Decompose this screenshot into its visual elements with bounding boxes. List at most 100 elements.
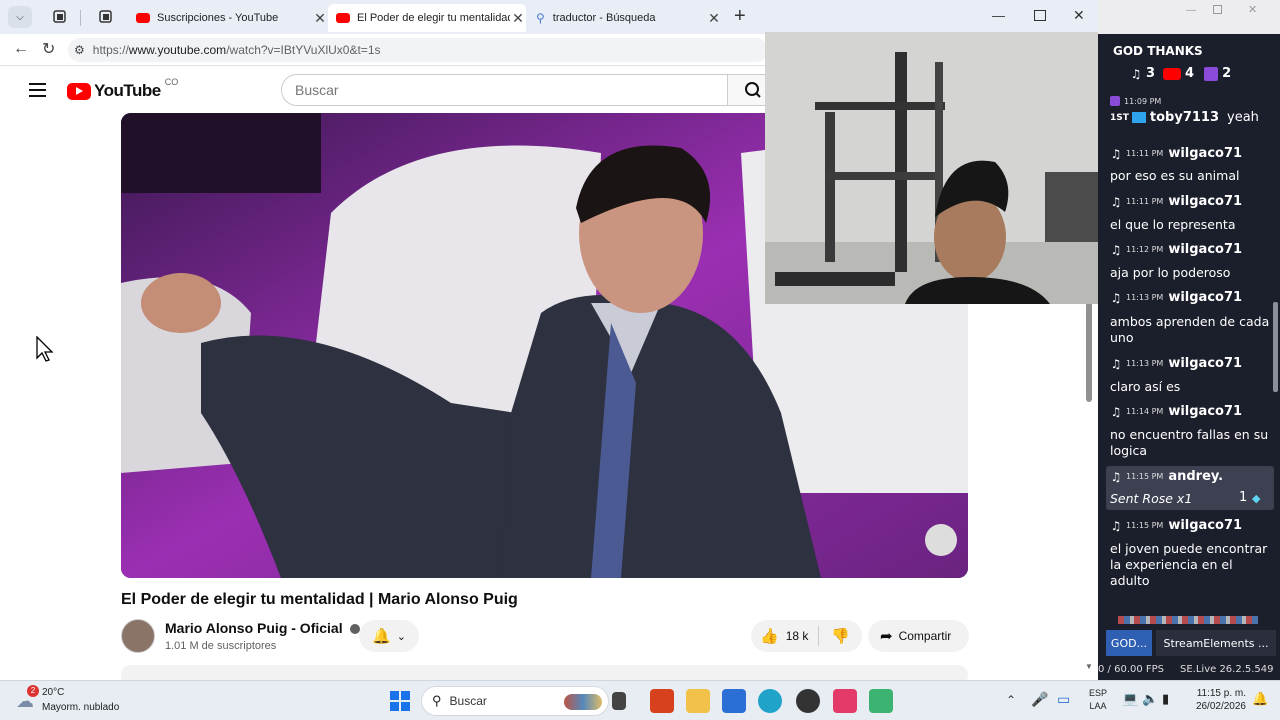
message-time: 11:14 PM xyxy=(1126,407,1164,416)
clock[interactable]: 11:15 p. m. 26/02/2026 xyxy=(1186,687,1246,713)
back-button[interactable]: ← xyxy=(13,40,29,58)
message-user: toby7113 xyxy=(1149,110,1219,125)
chevron-up-icon[interactable]: ⌃ xyxy=(1006,693,1016,707)
youtube-favicon-icon xyxy=(136,13,150,23)
close-icon[interactable]: ✕ xyxy=(706,10,722,27)
maximize-button[interactable] xyxy=(1034,10,1046,21)
scroll-down-icon[interactable]: ▼ xyxy=(1085,662,1093,671)
channel-name[interactable]: Mario Alonso Puig - Oficial xyxy=(165,620,360,636)
twitch-count: 2 xyxy=(1222,66,1232,81)
share-button[interactable]: ➦ Compartir xyxy=(868,620,969,652)
tab-title: Suscripciones - YouTube xyxy=(157,12,279,24)
tab-god[interactable]: GOD... xyxy=(1106,630,1152,656)
address-bar[interactable]: ⚙ https:// www.youtube.com /watch?v=IBtY… xyxy=(68,38,768,62)
youtube-logo[interactable]: YouTube CO xyxy=(67,77,178,101)
minimize-button[interactable]: — xyxy=(992,8,1012,23)
chat-message-head: ♫ 11:13 PM wilgaco71 xyxy=(1110,290,1242,305)
minimize-button[interactable]: — xyxy=(1186,5,1196,16)
maximize-button[interactable] xyxy=(1213,5,1222,14)
tiktok-app-icon[interactable] xyxy=(833,689,857,713)
language-indicator[interactable]: ESP LAA xyxy=(1089,687,1107,713)
description-box[interactable] xyxy=(121,665,968,680)
chat-message-head: ♫ 11:15 PM andrey. xyxy=(1110,469,1224,484)
tiktok-icon: ♫ xyxy=(1110,518,1122,533)
tab-active-video[interactable]: El Poder de elegir tu mentalidad | Ma ✕ xyxy=(328,4,526,32)
chevron-down-icon: ⌵ xyxy=(16,11,24,23)
battery-icon[interactable]: ▮ xyxy=(1162,691,1169,707)
like-count: 18 k xyxy=(785,629,809,643)
weather-temp: 20°C xyxy=(42,687,65,698)
dislike-button[interactable]: 👎 xyxy=(831,627,850,645)
close-window-button[interactable]: ✕ xyxy=(1248,3,1257,16)
message-time: 11:09 PM xyxy=(1124,96,1162,106)
chat-message-text: el joven puede encontrar la experiencia … xyxy=(1110,541,1268,588)
tab-list-button[interactable]: ⌵ xyxy=(8,6,32,28)
thumbs-up-icon: 👍 xyxy=(760,628,779,645)
store-icon[interactable] xyxy=(722,689,746,713)
page-scrollbar[interactable] xyxy=(1086,302,1092,402)
subscribed-bell-button[interactable]: 🔔 ⌄ xyxy=(359,620,419,652)
live-chat-panel: GOD THANKS ♫ 3 4 2 11:09 PM 1ST toby7113… xyxy=(1098,34,1280,680)
chat-message-text: ambos aprenden de cada uno xyxy=(1110,314,1270,345)
close-icon[interactable]: ✕ xyxy=(510,10,526,27)
message-user: wilgaco71 xyxy=(1168,290,1243,305)
weather-widget[interactable]: ☁ 2 20°C Mayorm. nublado xyxy=(14,685,154,717)
network-icon[interactable]: 💻 xyxy=(1122,691,1138,707)
search-button[interactable] xyxy=(727,74,767,106)
twitch-icon xyxy=(1110,96,1120,106)
webcam-overlay xyxy=(765,32,1113,304)
bell-icon: 🔔 xyxy=(372,628,391,645)
chat-message-text: por eso es su animal xyxy=(1110,168,1240,183)
menu-button[interactable] xyxy=(29,83,46,97)
like-button[interactable]: 👍 18 k xyxy=(751,626,819,646)
edge-browser-icon[interactable] xyxy=(758,689,782,713)
tab-actions-button[interactable] xyxy=(98,9,114,25)
fps-readout: 0 / 60.00 FPS xyxy=(1098,664,1165,675)
clock-date: 26/02/2026 xyxy=(1195,701,1246,712)
start-button[interactable] xyxy=(388,689,412,713)
search-input[interactable]: Buscar xyxy=(281,74,728,106)
tab-label: StreamElements ... xyxy=(1163,636,1269,650)
chat-message-head: ♫ 11:13 PM wilgaco71 xyxy=(1110,356,1242,371)
screen-share-icon[interactable]: ▭ xyxy=(1057,691,1070,708)
new-tab-button[interactable]: + xyxy=(734,6,754,26)
twitch-icon xyxy=(1204,66,1219,81)
diamond-icon: ◆ xyxy=(1252,492,1261,505)
brave-browser-icon[interactable] xyxy=(650,689,674,713)
tab-bar: ⌵ Suscripciones - YouTube ✕ El Poder de … xyxy=(0,0,1098,34)
file-explorer-icon[interactable] xyxy=(686,689,710,713)
workspace-button[interactable] xyxy=(52,9,68,25)
app-version: SE.Live 26.2.5.549 xyxy=(1180,664,1274,675)
clock-time: 11:15 p. m. xyxy=(1196,688,1246,699)
obs-icon[interactable] xyxy=(796,689,820,713)
tab-suscripciones[interactable]: Suscripciones - YouTube ✕ xyxy=(128,4,328,32)
message-time: 11:13 PM xyxy=(1126,359,1164,368)
emote-strip xyxy=(1118,616,1258,624)
message-user: wilgaco71 xyxy=(1168,356,1243,371)
channel-avatar[interactable] xyxy=(121,619,155,653)
youtube-count: 4 xyxy=(1185,66,1195,81)
message-time: 11:12 PM xyxy=(1126,245,1164,254)
search-placeholder: Buscar xyxy=(295,82,339,98)
chat-header: GOD THANKS xyxy=(1113,44,1203,58)
like-dislike-group: 👍 18 k 👎 xyxy=(751,620,862,652)
chat-scrollbar[interactable] xyxy=(1273,302,1278,392)
message-time: 11:15 PM xyxy=(1126,472,1164,481)
taskbar-search-label: Buscar xyxy=(449,694,487,708)
microphone-icon[interactable]: 🎤 xyxy=(1031,691,1048,708)
notification-icon[interactable]: 🔔 xyxy=(1252,691,1268,707)
chat-app-icon[interactable] xyxy=(869,689,893,713)
tab-traductor[interactable]: ⚲ traductor - Búsqueda ✕ xyxy=(528,4,722,32)
weather-badge: 2 xyxy=(27,685,39,697)
task-view-icon[interactable] xyxy=(612,692,626,710)
share-icon: ➦ xyxy=(880,628,893,645)
site-info-icon[interactable]: ⚙ xyxy=(74,43,85,57)
message-time: 11:15 PM xyxy=(1126,521,1164,530)
tab-streamelements[interactable]: StreamElements ... xyxy=(1156,630,1276,656)
volume-icon[interactable]: 🔈 xyxy=(1142,691,1158,707)
close-icon[interactable]: ✕ xyxy=(312,10,328,27)
close-window-button[interactable]: ✕ xyxy=(1073,7,1085,24)
reload-button[interactable]: ↻ xyxy=(42,39,55,59)
taskbar-search[interactable]: ⚲ Buscar xyxy=(421,686,609,716)
tab-actions-icon xyxy=(99,10,112,23)
